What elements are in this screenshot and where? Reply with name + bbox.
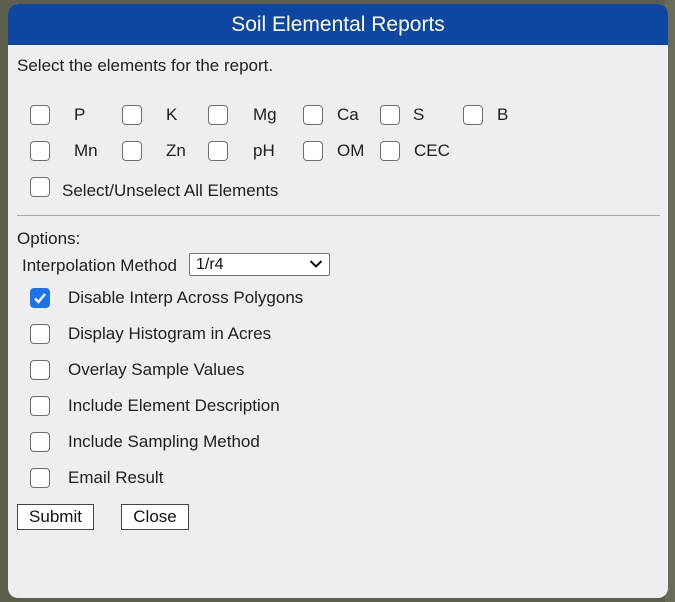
chevron-down-icon	[309, 260, 323, 268]
sampling-method-checkbox[interactable]	[30, 432, 50, 452]
instruction-text: Select the elements for the report.	[17, 56, 274, 75]
element-label-s: S	[413, 105, 425, 124]
select-all-label: Select/Unselect All Elements	[62, 181, 279, 200]
email-result-checkbox[interactable]	[30, 468, 50, 488]
element-checkbox-mg[interactable]	[208, 105, 228, 125]
element-checkbox-p[interactable]	[30, 105, 50, 125]
element-label-ca: Ca	[337, 105, 359, 124]
disable-interp-label: Disable Interp Across Polygons	[68, 288, 304, 307]
email-result-label: Email Result	[68, 468, 164, 487]
element-label-zn: Zn	[166, 141, 186, 160]
checkmark-icon	[34, 293, 46, 304]
element-label-mn: Mn	[74, 141, 98, 160]
interpolation-method-select[interactable]: 1/r4	[189, 253, 330, 276]
submit-button[interactable]: Submit	[17, 504, 94, 530]
element-label-ph: pH	[253, 141, 275, 160]
element-checkbox-ph[interactable]	[208, 141, 228, 161]
element-description-checkbox[interactable]	[30, 396, 50, 416]
element-checkbox-s[interactable]	[380, 105, 400, 125]
options-heading: Options:	[17, 229, 81, 248]
dialog-title: Soil Elemental Reports	[231, 12, 445, 36]
element-label-b: B	[497, 105, 509, 124]
element-checkbox-om[interactable]	[303, 141, 323, 161]
close-button[interactable]: Close	[121, 504, 189, 530]
element-label-om: OM	[337, 141, 365, 160]
element-label-k: K	[166, 105, 178, 124]
element-checkbox-ca[interactable]	[303, 105, 323, 125]
element-checkbox-k[interactable]	[122, 105, 142, 125]
element-description-label: Include Element Description	[68, 396, 280, 415]
overlay-sample-label: Overlay Sample Values	[68, 360, 245, 379]
element-checkbox-zn[interactable]	[122, 141, 142, 161]
sampling-method-label: Include Sampling Method	[68, 432, 260, 451]
histogram-acres-label: Display Histogram in Acres	[68, 324, 272, 343]
element-checkbox-b[interactable]	[463, 105, 483, 125]
disable-interp-checkbox[interactable]	[30, 288, 50, 308]
element-checkbox-mn[interactable]	[30, 141, 50, 161]
interpolation-value: 1/r4	[196, 256, 224, 273]
section-divider	[17, 215, 660, 216]
soil-report-dialog: Soil Elemental Reports Select the elemen…	[8, 4, 668, 598]
element-label-cec: CEC	[414, 141, 450, 160]
interpolation-label: Interpolation Method	[22, 256, 177, 275]
dialog-titlebar: Soil Elemental Reports	[8, 4, 668, 45]
element-label-p: P	[74, 105, 86, 124]
histogram-acres-checkbox[interactable]	[30, 324, 50, 344]
element-label-mg: Mg	[253, 105, 277, 124]
element-checkbox-cec[interactable]	[380, 141, 400, 161]
overlay-sample-checkbox[interactable]	[30, 360, 50, 380]
select-all-checkbox[interactable]	[30, 177, 50, 197]
